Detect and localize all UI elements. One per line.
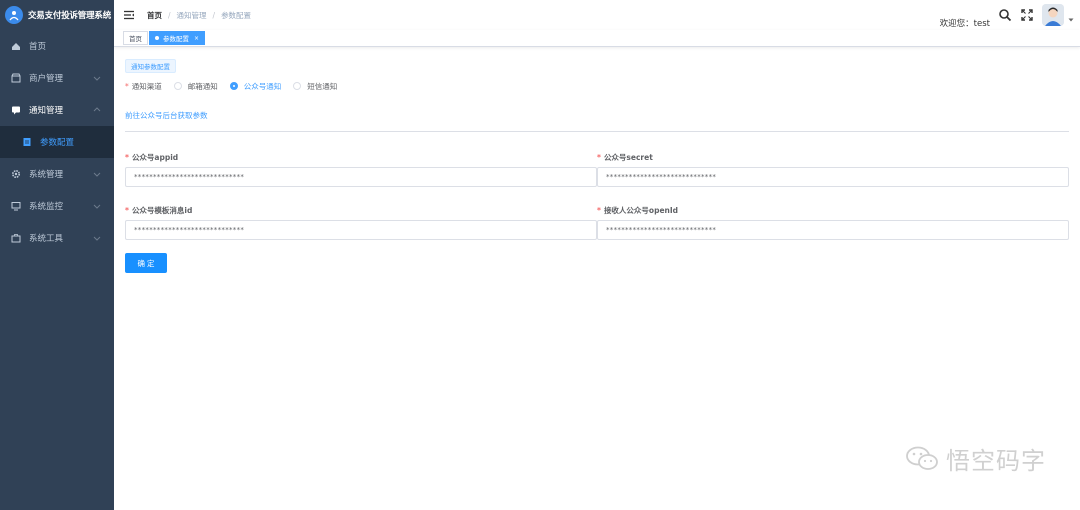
close-icon[interactable]: × bbox=[194, 35, 199, 42]
monitor-icon bbox=[11, 201, 21, 211]
sidebar-item-tools[interactable]: 系统工具 bbox=[0, 222, 114, 254]
openid-label: * 接收人公众号openId bbox=[597, 205, 678, 216]
chevron-down-icon bbox=[93, 172, 101, 177]
tag-label: 首页 bbox=[129, 35, 142, 43]
message-icon bbox=[11, 105, 21, 115]
tags-view: 首页 参数配置 × bbox=[114, 30, 1080, 47]
chevron-down-icon bbox=[93, 236, 101, 241]
template-id-label: * 公众号模板消息id bbox=[125, 205, 192, 216]
secret-label: * 公众号secret bbox=[597, 152, 653, 163]
sidebar-item-home[interactable]: 首页 bbox=[0, 30, 114, 62]
breadcrumb-separator: / bbox=[168, 10, 171, 20]
appid-input[interactable]: ***************************** bbox=[125, 167, 597, 187]
radio-circle bbox=[293, 82, 302, 90]
gear-icon bbox=[11, 169, 21, 179]
divider bbox=[125, 131, 1069, 132]
field-label-text: 公众号模板消息id bbox=[131, 206, 193, 215]
section-tab[interactable]: 通知参数配置 bbox=[125, 59, 176, 73]
breadcrumb-notify: 通知管理 bbox=[176, 10, 207, 20]
required-mark: * bbox=[597, 153, 601, 162]
radio-official-account[interactable]: 公众号通知 bbox=[229, 81, 282, 92]
notify-channel-label: 通知渠道 bbox=[131, 81, 162, 91]
document-icon bbox=[22, 137, 32, 147]
appid-label: * 公众号appid bbox=[125, 152, 178, 163]
logo-icon bbox=[5, 6, 23, 24]
required-mark: * bbox=[597, 206, 601, 215]
sidebar-menu: 首页 商户管理 通知管理 参数配置 系统管理 系统监控 系统工具 bbox=[0, 30, 114, 254]
sidebar-item-monitor[interactable]: 系统监控 bbox=[0, 190, 114, 222]
radio-sms[interactable]: 短信通知 bbox=[293, 81, 337, 92]
hamburger-icon[interactable] bbox=[123, 9, 135, 21]
breadcrumb-current: 参数配置 bbox=[221, 10, 252, 20]
wechat-icon bbox=[906, 446, 938, 470]
chevron-down-icon bbox=[93, 76, 101, 81]
watermark-text: 悟空码字 bbox=[946, 447, 1046, 475]
confirm-button[interactable]: 确 定 bbox=[125, 253, 167, 273]
radio-label: 短信通知 bbox=[307, 81, 338, 91]
required-mark: * bbox=[125, 206, 129, 215]
main-content: 通知参数配置 * 通知渠道 邮箱通知 公众号通知 短信通知 前往公众号后台获取参… bbox=[114, 48, 1080, 510]
sidebar-item-label: 参数配置 bbox=[40, 138, 75, 148]
header-right: 欢迎您：test bbox=[940, 0, 1080, 30]
required-mark: * bbox=[125, 81, 129, 91]
notify-channel-row: * 通知渠道 邮箱通知 公众号通知 短信通知 bbox=[125, 80, 337, 92]
radio-email[interactable]: 邮箱通知 bbox=[173, 81, 218, 92]
dashboard-icon bbox=[11, 41, 21, 51]
field-label-text: 公众号secret bbox=[603, 153, 653, 162]
store-icon bbox=[11, 73, 21, 83]
sidebar-item-param-config[interactable]: 参数配置 bbox=[0, 126, 114, 158]
breadcrumb-home[interactable]: 首页 bbox=[147, 10, 162, 21]
field-label-text: 公众号appid bbox=[131, 153, 179, 162]
radio-circle-checked bbox=[229, 82, 238, 90]
tag-param-config[interactable]: 参数配置 × bbox=[149, 31, 206, 45]
radio-circle bbox=[173, 82, 182, 90]
sidebar: 交易支付投诉管理系统 首页 商户管理 通知管理 参数配置 系统管理 系统监控 系… bbox=[0, 0, 114, 510]
tag-label: 参数配置 bbox=[163, 35, 189, 43]
sidebar-item-label: 系统监控 bbox=[29, 202, 64, 212]
field-label-text: 接收人公众号openId bbox=[603, 206, 679, 215]
required-mark: * bbox=[125, 153, 129, 162]
breadcrumb-separator: / bbox=[212, 10, 216, 20]
avatar[interactable] bbox=[1042, 4, 1064, 26]
sidebar-item-label: 通知管理 bbox=[29, 106, 64, 116]
navbar: 首页 / 通知管理 / 参数配置 欢迎您：test bbox=[114, 0, 1080, 30]
toolbox-icon bbox=[11, 233, 21, 243]
radio-label: 邮箱通知 bbox=[187, 81, 218, 91]
logo[interactable]: 交易支付投诉管理系统 bbox=[0, 0, 114, 30]
sidebar-item-label: 系统管理 bbox=[29, 170, 64, 180]
sidebar-item-label: 商户管理 bbox=[29, 74, 64, 84]
tag-home[interactable]: 首页 bbox=[123, 31, 148, 45]
watermark: 悟空码字 bbox=[904, 441, 1046, 476]
app-title: 交易支付投诉管理系统 bbox=[28, 11, 112, 21]
secret-input[interactable]: ***************************** bbox=[597, 167, 1069, 187]
sidebar-item-notify[interactable]: 通知管理 bbox=[0, 94, 114, 126]
sidebar-item-label: 系统工具 bbox=[29, 234, 64, 244]
app-root: 交易支付投诉管理系统 首页 商户管理 通知管理 参数配置 系统管理 系统监控 系… bbox=[0, 0, 1080, 510]
template-id-input[interactable]: ***************************** bbox=[125, 220, 597, 240]
get-params-link[interactable]: 前往公众号后台获取参数 bbox=[125, 110, 208, 121]
active-dot-icon bbox=[155, 36, 159, 40]
sidebar-item-system[interactable]: 系统管理 bbox=[0, 158, 114, 190]
search-icon[interactable] bbox=[998, 8, 1012, 22]
chevron-up-icon bbox=[93, 107, 101, 112]
radio-label: 公众号通知 bbox=[243, 81, 282, 91]
sidebar-item-label: 首页 bbox=[29, 42, 47, 52]
breadcrumb: 首页 / 通知管理 / 参数配置 bbox=[147, 10, 257, 21]
openid-input[interactable]: ***************************** bbox=[597, 220, 1069, 240]
fullscreen-icon[interactable] bbox=[1020, 8, 1034, 22]
sidebar-item-merchant[interactable]: 商户管理 bbox=[0, 62, 114, 94]
chevron-down-icon bbox=[93, 204, 101, 209]
welcome-text: 欢迎您：test bbox=[939, 19, 990, 29]
caret-down-icon[interactable] bbox=[1068, 17, 1074, 23]
